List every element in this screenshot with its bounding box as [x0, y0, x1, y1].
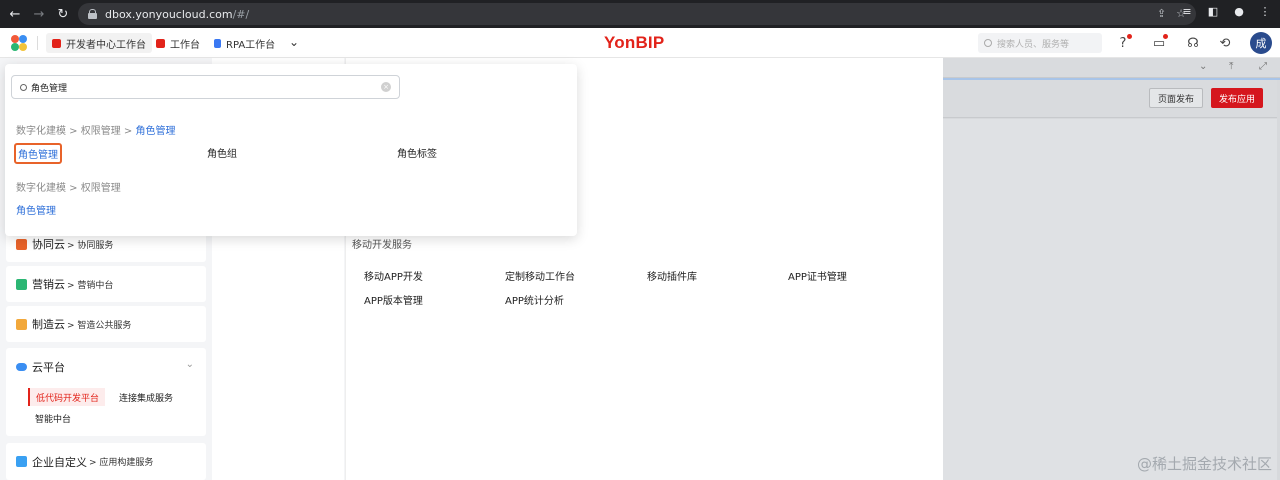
- upload-icon[interactable]: ⤒: [1229, 61, 1233, 72]
- url-host: dbox.yonyoucloud.com: [105, 7, 233, 21]
- app-logo-icon[interactable]: [11, 35, 28, 52]
- header-divider: [37, 36, 38, 50]
- cloud-card-enterprise[interactable]: 企业自定义 > 应用构建服务: [6, 443, 206, 480]
- workbench-icon: [52, 38, 61, 48]
- tab-developer-center[interactable]: 开发者中心工作台: [46, 33, 152, 53]
- settings-icon[interactable]: ⟲: [1216, 34, 1234, 52]
- cloud-name: 企业自定义: [32, 455, 87, 469]
- tab-label: 工作台: [170, 39, 200, 51]
- watermark: @稀土掘金技术社区: [1136, 455, 1272, 473]
- tab-rpa-workbench[interactable]: RPA工作台: [208, 33, 281, 53]
- browser-toolbar: ← → ↻ dbox.yonyoucloud.com/#/ ⇪ ☆ ≡ ◧ ● …: [0, 0, 1280, 28]
- page-publish-button[interactable]: 页面发布: [1149, 88, 1204, 108]
- cloud-name: 营销云: [32, 278, 65, 291]
- chevron-down-icon[interactable]: ⌄: [289, 35, 299, 49]
- global-search-input[interactable]: 搜索人员、服务等: [978, 33, 1102, 53]
- tab-label: 开发者中心工作台: [66, 39, 146, 51]
- reload-icon[interactable]: ↻: [54, 5, 72, 23]
- rpa-icon: [214, 38, 221, 48]
- app-header: 开发者中心工作台 工作台 RPA工作台 ⌄ YonBIP 搜索人员、服务等 ? …: [0, 28, 1280, 58]
- brand-logo: YonBIP: [604, 33, 665, 52]
- clear-icon[interactable]: ×: [381, 82, 391, 92]
- cloud-icon: [16, 363, 27, 371]
- platform-card: 云平台 ⌄ 低代码开发平台 连接集成服务 智能中台: [6, 348, 206, 436]
- marketing-cloud-icon: [16, 278, 27, 290]
- platform-name: 云平台: [32, 361, 65, 374]
- editor-panel: ⌄ ⤒ ⤢ 页面发布 发布应用: [943, 58, 1280, 480]
- menu-search-input[interactable]: [31, 82, 371, 92]
- message-icon[interactable]: ▭: [1150, 34, 1168, 52]
- url-path: /#/: [232, 7, 250, 21]
- section-title: 移动开发服务: [352, 240, 412, 251]
- cloud-sub: > 协同服务: [67, 240, 114, 251]
- platform-title[interactable]: 云平台: [16, 359, 65, 375]
- result-role-tag[interactable]: 角色标签: [397, 145, 437, 160]
- chip-ai-platform[interactable]: 智能中台: [35, 412, 71, 425]
- manufacturing-cloud-icon: [16, 318, 27, 330]
- chevron-down-icon[interactable]: ⌄: [186, 359, 194, 370]
- cloud-name: 协同云: [32, 238, 65, 251]
- service-link[interactable]: 定制移动工作台: [505, 268, 575, 283]
- editor-canvas: [943, 119, 1277, 480]
- headset-icon[interactable]: ☊: [1184, 34, 1202, 52]
- service-link[interactable]: 移动插件库: [647, 268, 697, 283]
- back-icon[interactable]: ←: [6, 5, 24, 23]
- breadcrumb-path: 数字化建模 > 权限管理 >: [16, 126, 136, 137]
- cloud-card-manufacturing[interactable]: 制造云 > 智造公共服务: [6, 306, 206, 342]
- collapse-icon[interactable]: ⌄: [1199, 61, 1207, 72]
- result-role-group[interactable]: 角色组: [207, 145, 237, 160]
- cloud-name: 制造云: [32, 318, 65, 331]
- share-icon[interactable]: ⇪: [1157, 7, 1166, 20]
- result-role-management[interactable]: 角色管理: [16, 202, 56, 217]
- address-bar[interactable]: dbox.yonyoucloud.com/#/ ⇪ ☆: [78, 3, 1196, 25]
- workbench-icon: [156, 38, 165, 48]
- expand-icon[interactable]: ⤢: [1259, 61, 1267, 72]
- result-role-management[interactable]: 角色管理: [14, 143, 62, 164]
- search-placeholder: 搜索人员、服务等: [997, 39, 1070, 50]
- publish-app-button[interactable]: 发布应用: [1211, 88, 1264, 108]
- breadcrumb: 数字化建模 > 权限管理: [16, 179, 121, 194]
- menu-search-field[interactable]: ×: [11, 75, 400, 99]
- chip-integration-service[interactable]: 连接集成服务: [119, 391, 173, 404]
- help-icon[interactable]: ?: [1114, 34, 1132, 52]
- playlist-icon[interactable]: ≡: [1180, 5, 1194, 18]
- breadcrumb-path: 数字化建模 > 权限管理: [16, 183, 121, 194]
- search-icon: [20, 83, 27, 91]
- service-link[interactable]: 移动APP开发: [364, 268, 423, 283]
- editor-toolbar: ⌄ ⤒ ⤢: [943, 58, 1280, 78]
- cloud-sub: > 营销中台: [67, 280, 114, 291]
- avatar[interactable]: 成: [1250, 32, 1272, 54]
- kebab-menu-icon[interactable]: ⋮: [1258, 5, 1272, 18]
- profile-icon[interactable]: ●: [1232, 5, 1246, 18]
- publish-bar: 页面发布 发布应用: [943, 80, 1277, 118]
- forward-icon[interactable]: →: [30, 5, 48, 23]
- tab-workbench[interactable]: 工作台: [150, 33, 206, 53]
- enterprise-icon: [16, 456, 27, 467]
- service-link[interactable]: APP证书管理: [788, 268, 847, 283]
- search-icon: [984, 39, 992, 47]
- service-link[interactable]: APP版本管理: [364, 292, 423, 307]
- cloud-sub: > 应用构建服务: [89, 458, 154, 468]
- cloud-sub: > 智造公共服务: [67, 320, 132, 331]
- tab-label: RPA工作台: [226, 39, 276, 51]
- cloud-card-marketing[interactable]: 营销云 > 营销中台: [6, 266, 206, 302]
- lock-icon: [88, 9, 97, 19]
- breadcrumb: 数字化建模 > 权限管理 > 角色管理: [16, 122, 175, 137]
- search-popup: × 数字化建模 > 权限管理 > 角色管理 角色管理 角色组 角色标签 数字化建…: [5, 64, 577, 236]
- breadcrumb-current: 角色管理: [135, 126, 176, 137]
- chip-lowcode-platform[interactable]: 低代码开发平台: [28, 388, 106, 406]
- sidepanel-icon[interactable]: ◧: [1206, 5, 1220, 18]
- collab-cloud-icon: [16, 238, 27, 250]
- service-link[interactable]: APP统计分析: [505, 292, 564, 307]
